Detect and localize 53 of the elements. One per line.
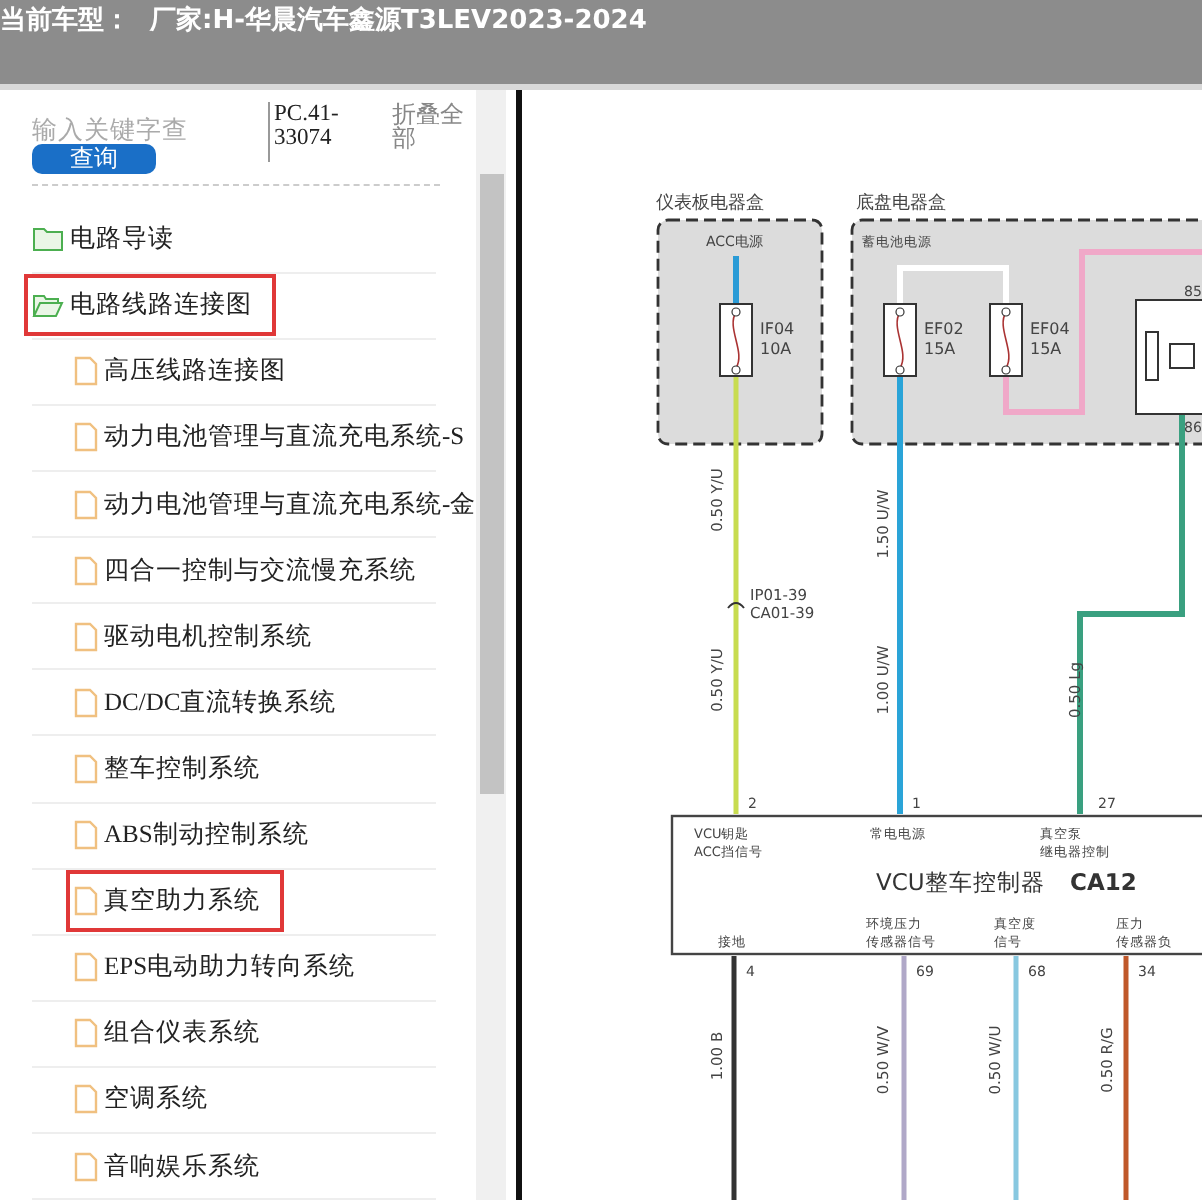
tree-item[interactable]: 电路导读 [32, 222, 174, 257]
query-button[interactable]: 查询 [32, 144, 156, 174]
tree-item[interactable]: 高压线路连接图 [74, 354, 286, 389]
fuse-rating: 10A [760, 340, 792, 358]
tree-item[interactable]: 动力电池管理与直流充电系统-S [74, 420, 465, 455]
document-icon [74, 555, 98, 586]
document-icon [74, 1084, 98, 1115]
document-icon [74, 621, 98, 652]
wire [733, 256, 739, 304]
code-text: PC.41-33074 [268, 102, 366, 162]
fuse-label: IF04 [760, 320, 795, 338]
fuse-rating: 15A [1030, 340, 1062, 358]
fuse-rating: 15A [924, 340, 956, 358]
fuse-symbol [719, 303, 753, 377]
tree-item[interactable]: EPS电动助力转向系统 [74, 950, 356, 985]
tree-item[interactable]: ABS制动控制系统 [74, 818, 309, 853]
model-name: 厂家:H-华晨汽车鑫源T3LEV2023-2024 [150, 6, 647, 38]
tree-item[interactable]: 组合仪表系统 [74, 1016, 260, 1051]
document-icon [74, 753, 98, 784]
box-title: 仪表板电器盒 [656, 194, 764, 214]
fuse-label: EF02 [924, 320, 964, 338]
tree-item[interactable]: 真空助力系统 [66, 870, 284, 933]
document-icon [74, 356, 98, 387]
document-icon [74, 422, 98, 453]
tree-item[interactable]: 空调系统 [74, 1082, 208, 1117]
folder-icon [32, 226, 64, 253]
relay-symbol [1135, 299, 1202, 415]
search-field[interactable]: 输入关键字查 [32, 114, 232, 144]
document-icon [74, 1018, 98, 1049]
tree-item[interactable]: 音响娱乐系统 [74, 1149, 260, 1184]
box-title: 底盘电器盒 [856, 194, 946, 214]
connector-mark [727, 602, 745, 609]
scrollbar[interactable] [476, 90, 506, 1200]
document-icon [74, 489, 98, 520]
tree-item[interactable]: 整车控制系统 [74, 751, 260, 786]
fuse-symbol [989, 303, 1023, 377]
document-icon [74, 1151, 98, 1182]
tree-item[interactable]: 四合一控制与交流慢充系统 [74, 553, 416, 588]
folder-icon [32, 292, 64, 319]
tree-item[interactable]: DC/DC直流转换系统 [74, 685, 337, 720]
model-label: 当前车型： [0, 6, 130, 38]
tree-item[interactable]: 电路线路连接图 [24, 274, 276, 337]
fuse-symbol [883, 303, 917, 377]
fuse-label: EF04 [1030, 320, 1070, 338]
document-icon [74, 952, 98, 983]
collapse-all-link[interactable]: 折叠全部 [392, 102, 472, 176]
document-icon [74, 886, 98, 917]
document-icon [74, 687, 98, 718]
document-icon [74, 820, 98, 851]
tree-item[interactable]: 动力电池管理与直流充电系统-金 [74, 487, 476, 522]
tree-item[interactable]: 驱动电机控制系统 [74, 619, 312, 654]
controller-code: CA12 [1070, 868, 1137, 896]
controller-title: VCU整车控制器 [876, 868, 1045, 896]
